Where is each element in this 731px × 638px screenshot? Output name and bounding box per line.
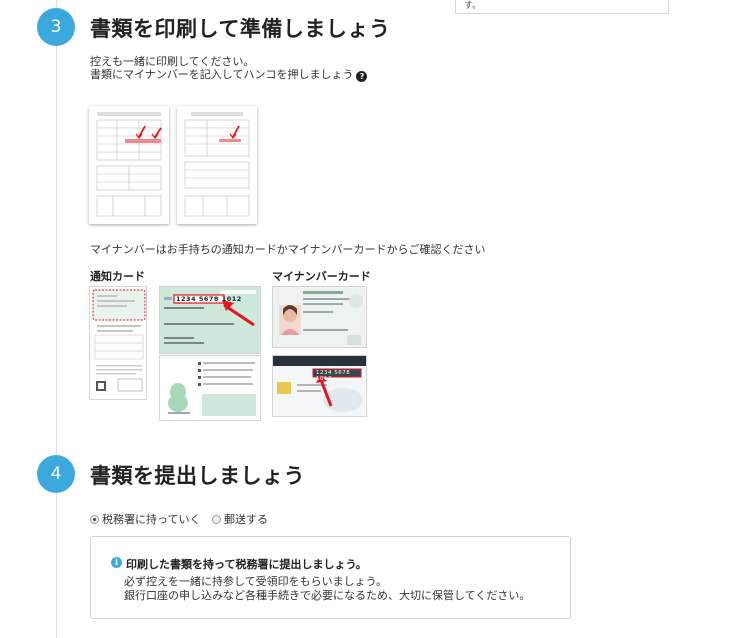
previous-section-box: す。 bbox=[455, 0, 669, 14]
radio-option-bring[interactable]: 税務署に持っていく bbox=[90, 513, 212, 526]
mynumber-card-back-drawing bbox=[273, 356, 366, 412]
info-line-2: 銀行口座の申し込みなど各種手続きで必要になるため、大切に保管してください。 bbox=[124, 589, 531, 602]
step-4-badge: 4 bbox=[37, 455, 75, 493]
radio-mail-label[interactable]: 郵送する bbox=[224, 513, 268, 526]
help-icon[interactable]: ? bbox=[356, 71, 368, 82]
tax-form-thumbnail-2[interactable] bbox=[177, 106, 257, 224]
notice-card-back-drawing bbox=[168, 362, 256, 416]
notice-card-number: 1234 5678 1012 bbox=[176, 295, 242, 303]
mynumber-card-front-drawing bbox=[279, 291, 363, 345]
radio-bring-label[interactable]: 税務署に持っていく bbox=[102, 513, 200, 526]
card-note: マイナンバーはお手持ちの通知カードかマイナンバーカードからご確認ください bbox=[90, 243, 486, 256]
mynumber-card-heading: マイナンバーカード bbox=[272, 270, 371, 283]
tax-form-thumbnail-1[interactable] bbox=[89, 106, 169, 224]
info-title: 印刷した書類を持って税務署に提出しましょう。 bbox=[126, 558, 367, 571]
mynumber-card-front[interactable] bbox=[272, 286, 367, 348]
previous-section-text: す。 bbox=[464, 1, 482, 11]
notice-card-sheet-drawing bbox=[92, 289, 146, 392]
timeline-line bbox=[56, 0, 57, 638]
radio-bring-indicator[interactable] bbox=[90, 515, 99, 524]
step-4-title: 書類を提出しましょう bbox=[90, 464, 305, 488]
notice-card-sheet[interactable] bbox=[89, 286, 147, 400]
submission-method-group: 税務署に持っていく 郵送する bbox=[90, 511, 276, 527]
step-3-desc-line1: 控えも一緒に印刷してください。 bbox=[90, 55, 255, 68]
mynumber-card-back[interactable]: 1234 5678 1012 bbox=[272, 355, 367, 417]
notice-card-front[interactable]: 1234 5678 1012 bbox=[159, 286, 261, 354]
submission-info-box: i 印刷した書類を持って税務署に提出しましょう。 必ず控えを一緒に持参して受領印… bbox=[90, 536, 571, 619]
step-3-desc-line2: 書類にマイナンバーを記入してハンコを押しましょう? bbox=[90, 68, 368, 82]
tax-form-1-drawing bbox=[96, 112, 162, 217]
info-icon: i bbox=[111, 557, 122, 568]
step-3-description: 控えも一緒に印刷してください。 書類にマイナンバーを記入してハンコを押しましょう… bbox=[90, 55, 368, 82]
step-3-badge: 3 bbox=[37, 8, 75, 46]
step-3-desc-line2-text: 書類にマイナンバーを記入してハンコを押しましょう bbox=[90, 68, 354, 81]
radio-option-mail[interactable]: 郵送する bbox=[211, 513, 276, 526]
notice-card-heading: 通知カード bbox=[90, 270, 145, 283]
mynumber-card-number: 1234 5678 1012 bbox=[316, 370, 351, 382]
step-3-title: 書類を印刷して準備しましょう bbox=[90, 17, 391, 41]
notice-card-back[interactable] bbox=[159, 355, 261, 421]
tax-form-2-drawing bbox=[184, 112, 250, 217]
radio-mail-indicator[interactable] bbox=[211, 515, 221, 524]
